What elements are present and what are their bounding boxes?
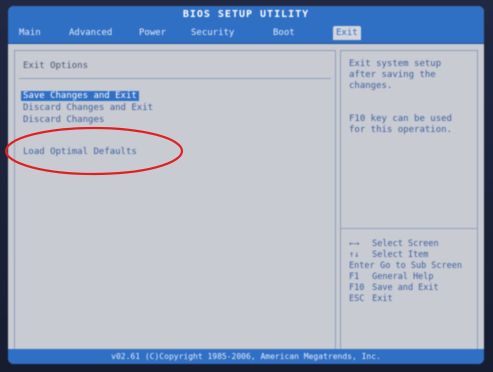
help-panel: Exit system setup after saving the chang… xyxy=(340,50,478,350)
help-description-line: after saving the xyxy=(349,70,436,80)
key-legend-row: ↑↓ Select Item xyxy=(349,250,428,260)
key-action: Go to Sub Screen xyxy=(380,261,463,271)
tab-main[interactable]: Main xyxy=(16,26,44,40)
option-save-changes-and-exit[interactable]: Save Changes and Exit xyxy=(21,91,139,101)
menu-bar: Main Advanced Power Security Boot Exit xyxy=(8,23,484,44)
monitor-bezel: BIOS SETUP UTILITY Main Advanced Power S… xyxy=(0,0,493,372)
section-title: Exit Options xyxy=(23,61,89,71)
key-f10: F10 xyxy=(349,283,365,293)
key-arrows-ud: ↑↓ xyxy=(349,250,360,260)
tab-advanced[interactable]: Advanced xyxy=(66,26,115,40)
key-legend-row: ←→ Select Screen xyxy=(349,239,439,249)
key-legend-row: ESC Exit xyxy=(349,294,393,304)
exit-options-panel: Exit Options Save Changes and Exit Disca… xyxy=(14,50,336,350)
option-discard-changes[interactable]: Discard Changes xyxy=(23,115,104,125)
key-enter: Enter xyxy=(349,261,375,271)
section-divider xyxy=(19,78,331,79)
key-legend-row: F10 Save and Exit xyxy=(349,283,439,293)
help-divider xyxy=(341,228,477,229)
help-hotkey-line: for this operation. xyxy=(349,125,452,135)
tab-security[interactable]: Security xyxy=(188,26,237,40)
key-esc: ESC xyxy=(349,294,365,304)
key-action: Save and Exit xyxy=(372,283,439,293)
key-arrows-lr: ←→ xyxy=(349,239,360,249)
help-description-line: Exit system setup xyxy=(349,59,442,69)
help-description-line: changes. xyxy=(349,81,393,91)
key-legend-row: F1 General Help xyxy=(349,272,434,282)
key-action: General Help xyxy=(372,272,434,282)
key-action: Select Item xyxy=(372,250,429,260)
help-hotkey-line: F10 key can be used xyxy=(349,114,452,124)
copyright-footer: v02.61 (C)Copyright 1985-2006, American … xyxy=(8,349,484,364)
key-action: Select Screen xyxy=(372,239,439,249)
tab-exit[interactable]: Exit xyxy=(333,26,361,40)
key-action: Exit xyxy=(372,294,393,304)
key-legend-row: Enter Go to Sub Screen xyxy=(349,261,462,271)
tab-power[interactable]: Power xyxy=(136,26,169,40)
option-discard-changes-and-exit[interactable]: Discard Changes and Exit xyxy=(23,103,153,113)
option-load-optimal-defaults[interactable]: Load Optimal Defaults xyxy=(23,147,137,157)
key-f1: F1 xyxy=(349,272,360,282)
bios-title: BIOS SETUP UTILITY xyxy=(8,6,484,23)
tab-boot[interactable]: Boot xyxy=(270,26,298,40)
bios-screen: BIOS SETUP UTILITY Main Advanced Power S… xyxy=(8,6,484,364)
